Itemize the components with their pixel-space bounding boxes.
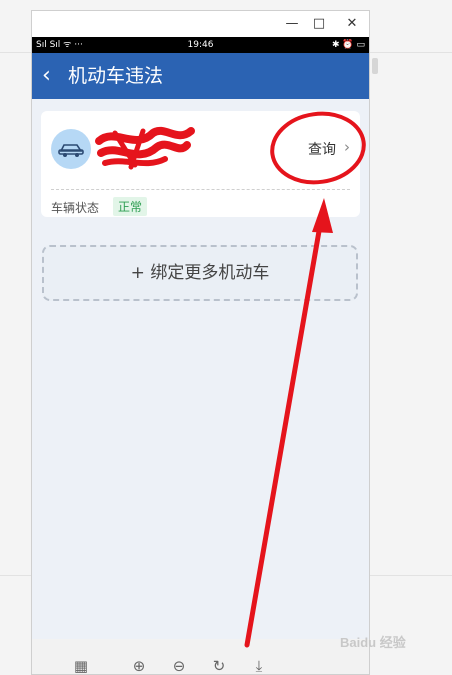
close-button[interactable]: ✕ xyxy=(342,15,362,33)
window-titlebar: — □ ✕ xyxy=(32,11,369,37)
grid-icon[interactable]: ▦ xyxy=(72,657,90,674)
watermark: Baidu 经验 xyxy=(340,635,406,650)
vehicle-card[interactable]: 查询 › 车辆状态 正常 xyxy=(41,111,360,217)
status-time: 19:46 xyxy=(187,40,214,50)
phone-preview-window: — □ ✕ Sıl Sıl ᯤ ··· 19:46 ✱ ⏰ ▭ ‹ 机动车违法 xyxy=(31,10,370,675)
car-icon xyxy=(58,144,84,157)
minimize-button[interactable]: — xyxy=(282,15,302,33)
status-badge: 正常 xyxy=(113,197,148,216)
rotate-icon[interactable]: ↻ xyxy=(210,657,228,674)
zoom-in-icon[interactable]: ⊕ xyxy=(130,657,148,674)
outer-scroll-thumb[interactable] xyxy=(372,58,378,74)
redaction-scribble xyxy=(95,127,195,170)
vehicle-status-label: 车辆状态 xyxy=(51,201,100,215)
page-title: 机动车违法 xyxy=(68,65,164,87)
viewer-toolbar: ▦ ⊕ ⊖ ↻ ⤓ xyxy=(32,639,369,674)
content-area: 查询 › 车辆状态 正常 + 绑定更多机动车 xyxy=(32,99,369,639)
add-vehicle-button[interactable]: + 绑定更多机动车 xyxy=(42,245,358,301)
car-avatar xyxy=(51,129,91,169)
chevron-right-icon[interactable]: › xyxy=(344,138,350,156)
phone-statusbar: Sıl Sıl ᯤ ··· 19:46 ✱ ⏰ ▭ xyxy=(32,37,369,53)
maximize-button[interactable]: □ xyxy=(309,15,329,33)
zoom-out-icon[interactable]: ⊖ xyxy=(170,657,188,674)
app-header: ‹ 机动车违法 xyxy=(32,53,369,99)
query-link[interactable]: 查询 xyxy=(308,139,336,159)
card-divider xyxy=(51,189,350,190)
status-right-icons: ✱ ⏰ ▭ xyxy=(332,40,365,50)
download-icon[interactable]: ⤓ xyxy=(250,657,268,674)
back-icon[interactable]: ‹ xyxy=(42,61,51,91)
